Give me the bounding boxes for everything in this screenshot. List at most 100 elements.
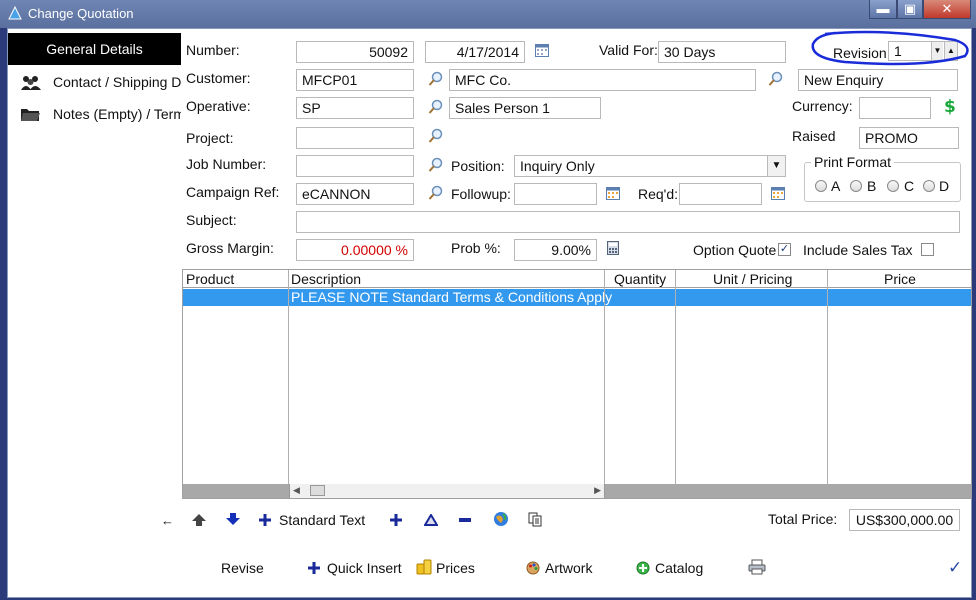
plus-icon[interactable] [259, 514, 271, 526]
revision-dropdown-icon[interactable]: ▼ [931, 42, 943, 60]
sidebar-item-notes-terms[interactable]: Notes (Empty) / Term [8, 98, 181, 130]
search-icon[interactable] [768, 71, 784, 87]
column-header-product[interactable]: Product [186, 271, 234, 287]
campaign-field[interactable]: eCANNON [296, 183, 414, 205]
prices-button[interactable]: Prices [436, 560, 475, 576]
window-title: Change Quotation [28, 6, 134, 21]
column-header-quantity[interactable]: Quantity [614, 271, 666, 287]
chevron-down-icon[interactable]: ▼ [767, 156, 785, 176]
search-icon[interactable] [428, 185, 444, 201]
position-value: Inquiry Only [520, 158, 595, 174]
printer-icon[interactable] [748, 559, 766, 575]
operative-name-field[interactable]: Sales Person 1 [449, 97, 601, 119]
prob-field[interactable]: 9.00% [514, 239, 597, 261]
revision-up-icon[interactable]: ▲ [944, 42, 957, 60]
currency-field[interactable] [859, 97, 931, 119]
job-number-field[interactable] [296, 155, 414, 177]
currency-label: Currency: [792, 98, 853, 114]
total-price-field: US$300,000.00 [849, 509, 960, 531]
triangle-icon[interactable] [424, 514, 438, 526]
minus-icon[interactable] [459, 518, 471, 522]
column-header-price[interactable]: Price [884, 271, 916, 287]
title-bar: Change Quotation ▬ ▣ ✕ [0, 0, 976, 28]
catalog-button[interactable]: Catalog [655, 560, 703, 576]
standard-text-button[interactable]: Standard Text [279, 512, 365, 528]
calendar-icon[interactable] [535, 43, 549, 57]
operative-code-field[interactable]: SP [296, 97, 414, 119]
line-items-grid[interactable]: Product Description Quantity Unit / Pric… [182, 269, 972, 499]
minimize-button[interactable]: ▬ [869, 0, 897, 19]
artwork-button[interactable]: Artwork [545, 560, 592, 576]
position-select[interactable]: Inquiry Only ▼ [514, 155, 786, 177]
scroll-left-icon[interactable]: ◀ [293, 485, 300, 496]
search-icon[interactable] [428, 157, 444, 173]
confirm-check-icon[interactable]: ✓ [948, 558, 962, 578]
sidebar-item-contact-shipping[interactable]: Contact / Shipping De [8, 66, 181, 98]
search-icon[interactable] [428, 128, 444, 144]
job-number-label: Job Number: [186, 156, 267, 172]
reqd-field[interactable] [679, 183, 762, 205]
campaign-label: Campaign Ref: [186, 184, 280, 200]
calendar-icon[interactable] [606, 186, 620, 200]
column-divider [827, 270, 828, 498]
copy-icon[interactable] [528, 512, 543, 527]
include-tax-label: Include Sales Tax [803, 242, 913, 258]
print-format-radio-a[interactable] [815, 180, 827, 192]
followup-label: Followup: [451, 186, 511, 202]
customer-code-field[interactable]: MFCP01 [296, 69, 414, 91]
revision-value: 1 [894, 43, 902, 59]
number-field[interactable]: 50092 [296, 41, 414, 63]
dialog-client: General Details Contact / Shipping De No… [7, 28, 972, 598]
column-header-description[interactable]: Description [291, 271, 361, 287]
table-row[interactable]: PLEASE NOTE Standard Terms & Conditions … [183, 289, 971, 306]
search-icon[interactable] [428, 99, 444, 115]
prob-label: Prob %: [451, 240, 501, 256]
column-divider [604, 270, 605, 498]
subject-field[interactable] [296, 211, 960, 233]
include-tax-checkbox[interactable] [921, 243, 934, 256]
coins-icon[interactable] [416, 558, 433, 575]
horizontal-scrollbar[interactable]: ◀ ▶ [289, 484, 605, 498]
revision-field[interactable]: 1 ▼ ▲ [888, 41, 958, 61]
arrow-up-icon[interactable] [191, 513, 207, 527]
row-description: PLEASE NOTE Standard Terms & Conditions … [291, 289, 613, 305]
column-divider [675, 270, 676, 498]
collapse-arrow-icon[interactable]: ← [161, 513, 174, 528]
sidebar-item-general-details[interactable]: General Details [8, 33, 181, 65]
calendar-icon[interactable] [771, 186, 785, 200]
project-field[interactable] [296, 127, 414, 149]
enquiry-field[interactable]: New Enquiry [798, 69, 958, 91]
raised-field[interactable]: PROMO [859, 127, 959, 149]
people-icon [21, 76, 41, 90]
scroll-thumb[interactable] [310, 485, 325, 496]
option-quote-checkbox[interactable]: ✓ [778, 243, 791, 256]
column-divider [288, 270, 289, 498]
valid-for-field[interactable]: 30 Days [658, 41, 786, 63]
total-price-label: Total Price: [768, 511, 838, 527]
print-format-radio-d[interactable] [923, 180, 935, 192]
globe-icon[interactable] [493, 511, 509, 527]
reqd-label: Req'd: [638, 186, 679, 202]
app-triangle-icon [8, 6, 22, 20]
plus-icon[interactable] [308, 562, 320, 574]
add-line-icon[interactable] [390, 514, 402, 526]
search-icon[interactable] [428, 71, 444, 87]
print-format-option-b: B [867, 178, 877, 194]
customer-name-field[interactable]: MFC Co. [449, 69, 756, 91]
maximize-button[interactable]: ▣ [897, 0, 923, 19]
column-header-unit-pricing[interactable]: Unit / Pricing [713, 271, 792, 287]
add-circle-icon[interactable] [636, 561, 650, 575]
gross-margin-field[interactable]: 0.00000 % [296, 239, 414, 261]
scroll-right-icon[interactable]: ▶ [594, 485, 601, 496]
close-button[interactable]: ✕ [923, 0, 971, 19]
revise-button[interactable]: Revise [221, 560, 264, 576]
dollar-icon[interactable]: $ [943, 96, 957, 116]
print-format-radio-b[interactable] [850, 180, 862, 192]
followup-field[interactable] [514, 183, 597, 205]
print-format-radio-c[interactable] [887, 180, 899, 192]
quick-insert-button[interactable]: Quick Insert [327, 560, 402, 576]
calculator-icon[interactable] [606, 241, 620, 255]
date-field[interactable]: 4/17/2014 [425, 41, 525, 63]
arrow-down-icon[interactable] [225, 512, 241, 526]
palette-icon[interactable] [526, 561, 540, 575]
